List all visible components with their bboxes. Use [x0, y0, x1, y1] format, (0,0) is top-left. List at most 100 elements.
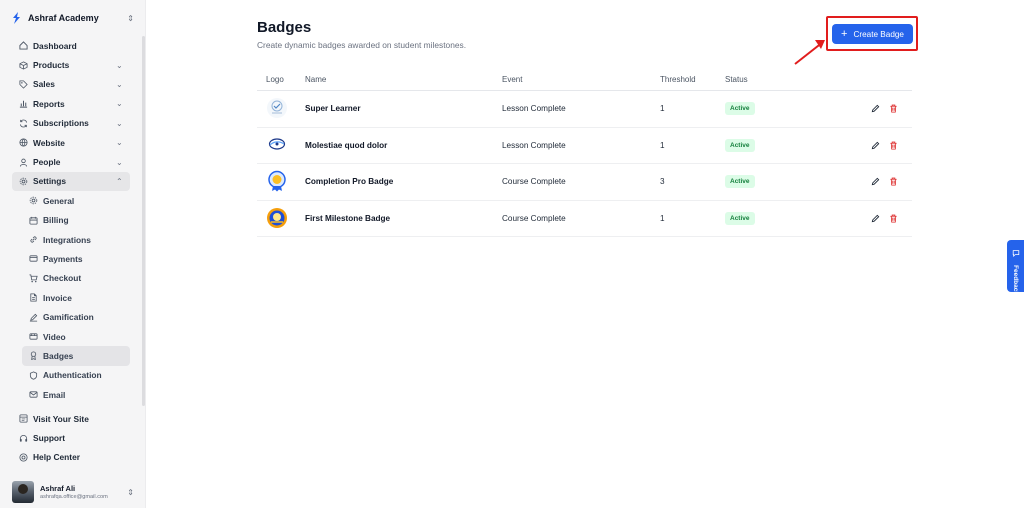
- sidebar-item-website[interactable]: Website ⌄: [12, 133, 130, 152]
- sidebar-item-help-center[interactable]: Help Center: [12, 448, 130, 467]
- feedback-tab[interactable]: Feedback: [1007, 240, 1024, 295]
- sidebar-item-settings[interactable]: Settings ⌃: [12, 171, 130, 192]
- main-content: Badges Create dynamic badges awarded on …: [257, 0, 918, 508]
- workspace-switcher[interactable]: Ashraf Academy ⇕: [12, 10, 134, 26]
- header-status: Status: [725, 74, 748, 84]
- badge-logo-cell: [257, 97, 305, 121]
- medal-icon: [28, 351, 38, 361]
- badge-threshold: 1: [660, 214, 665, 224]
- pen-icon: [28, 312, 38, 322]
- sidebar-item-gamification[interactable]: Gamification: [22, 307, 130, 326]
- trash-icon[interactable]: [888, 140, 898, 150]
- chevron-up-icon: ⌃: [116, 176, 123, 186]
- sidebar-item-dashboard[interactable]: Dashboard: [12, 36, 130, 55]
- badge-threshold: 1: [660, 140, 665, 150]
- sidebar-item-badges[interactable]: Badges: [22, 346, 130, 366]
- sidebar-item-products[interactable]: Products ⌄: [12, 55, 130, 74]
- sidebar-item-support[interactable]: Support: [12, 428, 130, 447]
- badge-logo-image: [267, 134, 287, 155]
- sidebar-item-visit-site[interactable]: Visit Your Site: [12, 409, 130, 428]
- user-email: ashrafqa.office@gmail.com: [40, 494, 108, 500]
- chevron-down-icon: ⌄: [116, 138, 123, 148]
- header-logo: Logo: [266, 74, 284, 84]
- box-icon: [18, 60, 28, 70]
- sidebar-item-label: Help Center: [33, 452, 81, 463]
- user-icon: [18, 157, 28, 167]
- table-row[interactable]: Completion Pro Badge Course Complete 3 A…: [257, 164, 912, 201]
- trash-icon[interactable]: [888, 104, 898, 114]
- edit-icon[interactable]: [870, 214, 880, 224]
- file-icon: [28, 293, 38, 303]
- status-badge: Active: [725, 175, 755, 189]
- badge-event: Lesson Complete: [502, 104, 566, 114]
- sidebar: Ashraf Academy ⇕ Dashboard Products ⌄ Sa…: [0, 0, 146, 508]
- refresh-icon: [18, 118, 28, 128]
- sidebar-item-sales[interactable]: Sales ⌄: [12, 75, 130, 94]
- badge-logo-cell: [257, 133, 305, 157]
- user-name: Ashraf Ali: [40, 484, 76, 493]
- avatar: [12, 481, 34, 503]
- edit-icon[interactable]: [870, 140, 880, 150]
- badge-event: Course Complete: [502, 214, 566, 224]
- table-row[interactable]: Super Learner Lesson Complete 1 Active: [257, 91, 912, 128]
- table-row[interactable]: First Milestone Badge Course Complete 1 …: [257, 201, 912, 238]
- badge-name: First Milestone Badge: [305, 214, 391, 224]
- sidebar-item-label: Website: [33, 137, 65, 148]
- badge-event: Course Complete: [502, 177, 566, 187]
- sidebar-item-checkout[interactable]: Checkout: [22, 269, 130, 288]
- annotation-arrow: [794, 40, 825, 65]
- badge-threshold: 1: [660, 104, 665, 114]
- globe-icon: [18, 138, 28, 148]
- badges-table: Logo Name Event Threshold Status Super L…: [257, 68, 912, 238]
- sidebar-item-label: Dashboard: [33, 40, 77, 51]
- status-badge: Active: [725, 138, 755, 152]
- sidebar-item-label: Support: [33, 433, 66, 444]
- sidebar-item-people[interactable]: People ⌄: [12, 152, 130, 171]
- header-name: Name: [305, 74, 327, 84]
- sidebar-item-general[interactable]: General: [22, 191, 130, 210]
- sidebar-item-label: People: [33, 157, 61, 168]
- sidebar-item-label: Video: [43, 331, 66, 342]
- table-header: Logo Name Event Threshold Status: [257, 68, 912, 91]
- sidebar-item-label: Sales: [33, 79, 55, 90]
- badge-logo-image: [268, 170, 286, 192]
- brand-logo-icon: [12, 12, 22, 24]
- external-site-icon: [18, 414, 28, 424]
- user-menu[interactable]: Ashraf Ali ashrafqa.office@gmail.com ⇕: [12, 480, 134, 504]
- badge-name: Super Learner: [305, 104, 361, 114]
- sidebar-item-integrations[interactable]: Integrations: [22, 230, 130, 249]
- trash-icon[interactable]: [888, 177, 898, 187]
- sidebar-item-billing[interactable]: Billing: [22, 211, 130, 230]
- sidebar-item-payments[interactable]: Payments: [22, 249, 130, 268]
- sidebar-item-label: Integrations: [43, 234, 91, 245]
- sidebar-item-label: Subscriptions: [33, 118, 89, 129]
- edit-icon[interactable]: [870, 104, 880, 114]
- sidebar-item-label: Reports: [33, 98, 65, 109]
- sidebar-item-invoice[interactable]: Invoice: [22, 288, 130, 307]
- badge-logo-image: [267, 97, 287, 118]
- status-badge: Active: [725, 102, 755, 116]
- create-badge-button[interactable]: + Create Badge: [832, 24, 913, 44]
- sidebar-item-authentication[interactable]: Authentication: [22, 366, 130, 385]
- badge-name: Completion Pro Badge: [305, 177, 394, 187]
- chevron-down-icon: ⌄: [116, 79, 123, 89]
- calendar-icon: [28, 215, 38, 225]
- sidebar-item-label: Checkout: [43, 273, 82, 284]
- sidebar-item-reports[interactable]: Reports ⌄: [12, 94, 130, 113]
- chevron-down-icon: ⌄: [116, 99, 123, 109]
- sidebar-item-video[interactable]: Video: [22, 327, 130, 346]
- chevron-down-icon: ⌄: [116, 60, 123, 70]
- sidebar-item-email[interactable]: Email: [22, 385, 130, 404]
- tag-icon: [18, 79, 28, 89]
- feedback-label: Feedback: [1012, 265, 1019, 295]
- edit-icon[interactable]: [870, 177, 880, 187]
- sidebar-scrollbar[interactable]: [142, 36, 145, 406]
- sidebar-bottom-nav: Visit Your Site Support Help Center: [12, 409, 130, 467]
- trash-icon[interactable]: [888, 214, 898, 224]
- cart-icon: [28, 273, 38, 283]
- sidebar-item-label: Billing: [43, 215, 69, 226]
- sidebar-item-subscriptions[interactable]: Subscriptions ⌄: [12, 114, 130, 133]
- badge-logo-image: [267, 207, 287, 228]
- table-row[interactable]: Molestiae quod dolor Lesson Complete 1 A…: [257, 128, 912, 165]
- badge-logo-cell: [257, 207, 305, 231]
